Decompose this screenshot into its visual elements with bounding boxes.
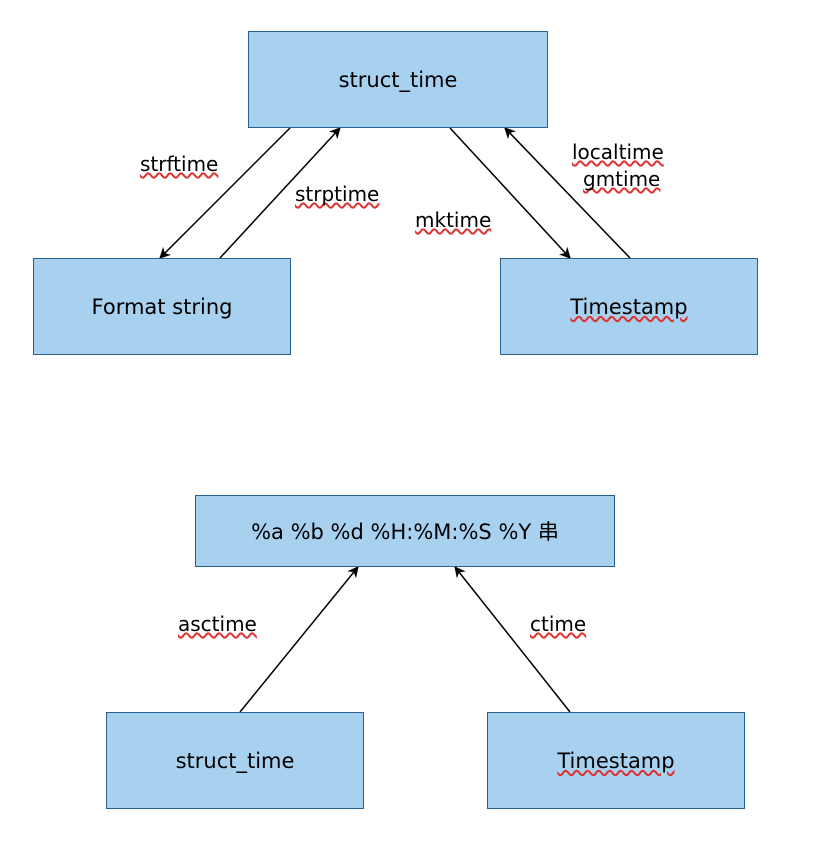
node-format-pattern: %a %b %d %H:%M:%S %Y 串 — [195, 495, 615, 567]
edge-label-gmtime: gmtime — [583, 167, 660, 191]
node-label: Timestamp — [557, 749, 674, 773]
edge-label-strptime: strptime — [295, 182, 379, 206]
arrow-ctime — [455, 567, 570, 712]
node-struct-time-top: struct_time — [248, 31, 548, 128]
edge-label-asctime: asctime — [178, 612, 257, 636]
node-label: Format string — [92, 295, 233, 319]
node-struct-time-bottom: struct_time — [106, 712, 364, 809]
node-format-string: Format string — [33, 258, 291, 355]
arrow-strftime — [160, 128, 290, 258]
edge-label-localtime: localtime — [572, 140, 664, 164]
edge-label-mktime: mktime — [415, 208, 491, 232]
arrow-asctime — [240, 567, 358, 712]
diagram-canvas: struct_time Format string Timestamp strf… — [0, 0, 836, 851]
node-timestamp-1: Timestamp — [500, 258, 758, 355]
edge-label-ctime: ctime — [530, 612, 586, 636]
arrow-mktime — [450, 128, 570, 258]
node-label: %a %b %d %H:%M:%S %Y 串 — [251, 516, 559, 546]
node-label: Timestamp — [570, 295, 687, 319]
node-timestamp-2: Timestamp — [487, 712, 745, 809]
node-label: struct_time — [176, 749, 295, 773]
node-label: struct_time — [339, 68, 458, 92]
edge-label-strftime: strftime — [140, 152, 218, 176]
